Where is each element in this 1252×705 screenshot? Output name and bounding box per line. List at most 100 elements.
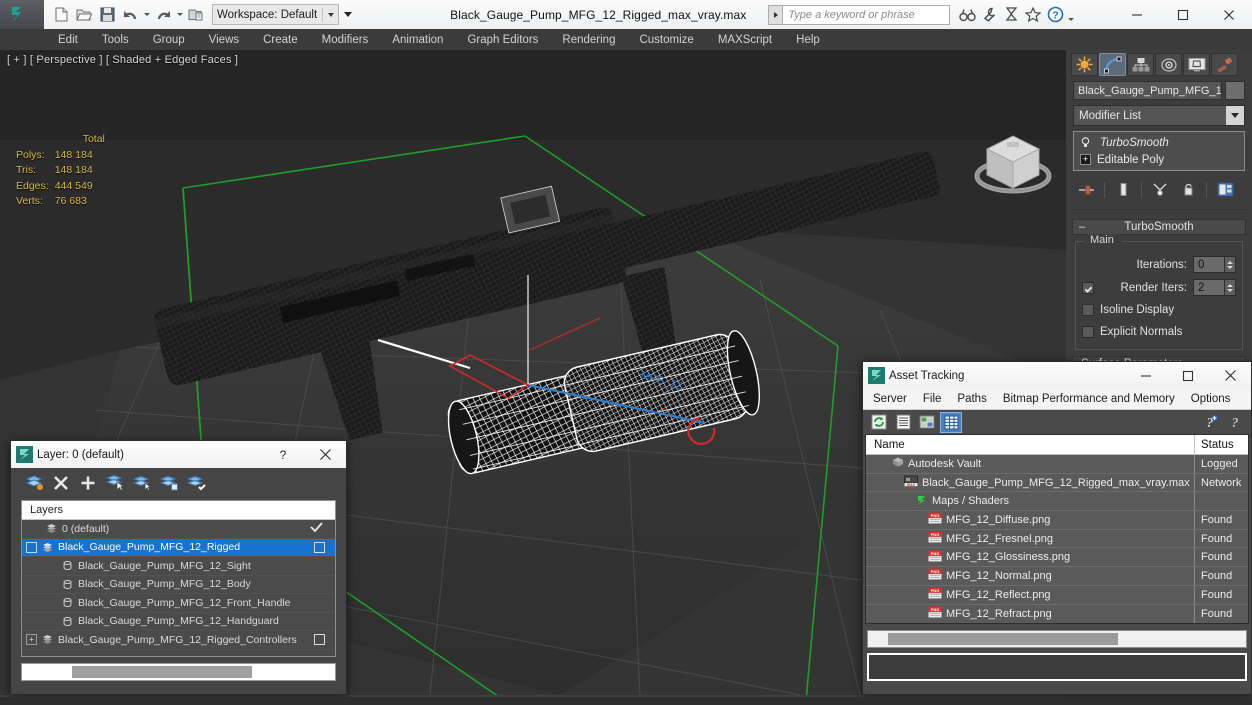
workspace-selector[interactable]: Workspace: Default bbox=[212, 4, 340, 25]
isoline-display-checkbox[interactable] bbox=[1082, 304, 1094, 316]
asset-row-refract[interactable]: PNG MFG_12_Refract.png Found bbox=[866, 604, 1248, 624]
help-dropdown-icon[interactable] bbox=[1067, 5, 1075, 25]
menu-item-graph-editors[interactable]: Graph Editors bbox=[455, 29, 550, 50]
scrollbar-thumb[interactable] bbox=[888, 633, 1118, 646]
create-tab[interactable] bbox=[1071, 53, 1098, 76]
search-input[interactable]: Type a keyword or phrase bbox=[782, 4, 951, 25]
table-view-icon[interactable] bbox=[940, 411, 962, 433]
new-file-icon[interactable] bbox=[50, 4, 72, 26]
thumbnail-view-icon[interactable] bbox=[917, 413, 937, 432]
layer-dialog-titlebar[interactable]: Layer: 0 (default) ? bbox=[11, 441, 346, 468]
layer-row-0-default[interactable]: 0 (default) bbox=[22, 520, 335, 539]
menu-item-views[interactable]: Views bbox=[197, 29, 251, 50]
rollout-header-turbosmooth[interactable]: – TurboSmooth bbox=[1072, 219, 1246, 235]
set-project-folder-icon[interactable] bbox=[185, 4, 207, 26]
menu-item-modifiers[interactable]: Modifiers bbox=[310, 29, 381, 50]
menu-item-help[interactable]: Help bbox=[784, 29, 832, 50]
layer-row-sight[interactable]: Black_Gauge_Pump_MFG_12_Sight bbox=[22, 557, 335, 576]
asset-close-button[interactable] bbox=[1209, 362, 1251, 389]
wrench-icon[interactable] bbox=[979, 5, 999, 25]
menu-item-edit[interactable]: Edit bbox=[46, 29, 90, 50]
spinner-arrows-icon[interactable] bbox=[1225, 256, 1236, 273]
menu-item-animation[interactable]: Animation bbox=[380, 29, 455, 50]
asset-menu-paths[interactable]: Paths bbox=[949, 389, 994, 410]
expand-icon[interactable] bbox=[26, 541, 37, 553]
select-highlighted-layer-icon[interactable] bbox=[131, 472, 153, 493]
layer-close-button[interactable] bbox=[304, 441, 346, 468]
collapse-icon[interactable]: – bbox=[1079, 221, 1085, 233]
column-header-name[interactable]: Name bbox=[866, 435, 1194, 454]
layer-row-front-handle[interactable]: Black_Gauge_Pump_MFG_12_Front_Handle bbox=[22, 594, 335, 613]
remove-modifier-icon[interactable] bbox=[1175, 179, 1201, 200]
expand-icon[interactable]: + bbox=[1080, 154, 1091, 165]
current-layer-check-icon[interactable] bbox=[310, 522, 323, 536]
menu-item-customize[interactable]: Customize bbox=[627, 29, 705, 50]
lightbulb-icon[interactable] bbox=[1080, 137, 1091, 149]
delete-layer-icon[interactable] bbox=[50, 472, 72, 493]
help-icon[interactable]: ? bbox=[1045, 5, 1065, 25]
menu-item-maxscript[interactable]: MAXScript bbox=[706, 29, 784, 50]
stack-item-turbosmooth[interactable]: TurboSmooth bbox=[1074, 134, 1244, 151]
menu-item-tools[interactable]: Tools bbox=[90, 29, 141, 50]
asset-minimize-button[interactable] bbox=[1125, 362, 1167, 389]
open-file-icon[interactable] bbox=[73, 4, 95, 26]
pin-tool-icon[interactable] bbox=[1001, 5, 1021, 25]
workspace-dropdown-icon[interactable] bbox=[341, 4, 355, 25]
layer-row-rigged[interactable]: Black_Gauge_Pump_MFG_12_Rigged bbox=[22, 538, 335, 557]
asset-menu-options[interactable]: Options bbox=[1183, 389, 1239, 410]
explicit-normals-checkbox[interactable] bbox=[1082, 326, 1094, 338]
redo-icon[interactable] bbox=[152, 4, 174, 26]
layer-list[interactable]: Layers 0 (default) Black_Gauge_Pump_MFG_… bbox=[21, 500, 336, 657]
asset-maximize-button[interactable] bbox=[1167, 362, 1209, 389]
binoculars-icon[interactable] bbox=[957, 5, 977, 25]
asset-row-maps-shaders[interactable]: Maps / Shaders bbox=[866, 492, 1248, 512]
asset-row-fresnel[interactable]: PNG MFG_12_Fresnel.png Found bbox=[866, 529, 1248, 549]
spinner-arrows-icon[interactable] bbox=[1225, 279, 1236, 296]
layer-horizontal-scrollbar[interactable] bbox=[21, 663, 336, 681]
iterations-input[interactable] bbox=[1193, 256, 1225, 273]
layer-row-rigged-controllers[interactable]: + Black_Gauge_Pump_MFG_12_Rigged_Control… bbox=[22, 631, 335, 650]
layer-visibility-checkbox[interactable] bbox=[314, 541, 325, 553]
asset-menu-bitmap-performance[interactable]: Bitmap Performance and Memory bbox=[995, 389, 1183, 410]
option-isoline-display[interactable]: Isoline Display bbox=[1082, 301, 1236, 319]
display-tab[interactable] bbox=[1183, 53, 1210, 76]
render-iters-input[interactable] bbox=[1193, 279, 1225, 296]
layer-help-button[interactable]: ? bbox=[262, 441, 304, 468]
refresh-icon[interactable] bbox=[869, 413, 889, 432]
highlight-selected-objects-layer-icon[interactable] bbox=[158, 472, 180, 493]
stack-item-editable-poly[interactable]: + Editable Poly bbox=[1074, 151, 1244, 168]
render-iters-spinner[interactable] bbox=[1193, 279, 1236, 296]
modify-tab[interactable] bbox=[1099, 53, 1126, 76]
menu-item-rendering[interactable]: Rendering bbox=[550, 29, 627, 50]
layer-row-body[interactable]: Black_Gauge_Pump_MFG_12_Body bbox=[22, 576, 335, 594]
close-button[interactable] bbox=[1206, 0, 1252, 29]
undo-dropdown-icon[interactable] bbox=[142, 4, 151, 26]
redo-dropdown-icon[interactable] bbox=[175, 4, 184, 26]
modifier-list-dropdown[interactable]: Modifier List bbox=[1073, 105, 1245, 126]
search-expand-icon[interactable] bbox=[768, 4, 783, 25]
menu-item-create[interactable]: Create bbox=[251, 29, 310, 50]
logo-dropdown-caret-icon[interactable] bbox=[36, 0, 44, 29]
create-new-layer-icon[interactable] bbox=[23, 472, 45, 493]
make-unique-icon[interactable] bbox=[1147, 179, 1173, 200]
column-header-status[interactable]: Status bbox=[1194, 435, 1248, 454]
set-current-layer-icon[interactable] bbox=[185, 472, 207, 493]
save-file-icon[interactable] bbox=[96, 4, 118, 26]
undo-icon[interactable] bbox=[119, 4, 141, 26]
configure-modifier-sets-icon[interactable] bbox=[1212, 179, 1238, 200]
utilities-tab[interactable] bbox=[1211, 53, 1238, 76]
viewport-label[interactable]: [ + ] [ Perspective ] [ Shaded + Edged F… bbox=[7, 54, 238, 66]
maximize-button[interactable] bbox=[1160, 0, 1206, 29]
asset-menu-file[interactable]: File bbox=[915, 389, 950, 410]
minimize-button[interactable] bbox=[1114, 0, 1160, 29]
add-selection-to-layer-icon[interactable] bbox=[77, 472, 99, 493]
menu-item-group[interactable]: Group bbox=[141, 29, 197, 50]
help-new-icon[interactable]: ? bbox=[1200, 413, 1220, 432]
motion-tab[interactable] bbox=[1155, 53, 1182, 76]
asset-row-normal[interactable]: PNG MFG_12_Normal.png Found bbox=[866, 567, 1248, 586]
select-objects-in-layer-icon[interactable] bbox=[104, 472, 126, 493]
hierarchy-tab[interactable] bbox=[1127, 53, 1154, 76]
option-explicit-normals[interactable]: Explicit Normals bbox=[1082, 323, 1236, 341]
asset-row-max-file[interactable]: MAX Black_Gauge_Pump_MFG_12_Rigged_max_v… bbox=[866, 473, 1248, 493]
chevron-down-icon[interactable] bbox=[1226, 106, 1244, 125]
